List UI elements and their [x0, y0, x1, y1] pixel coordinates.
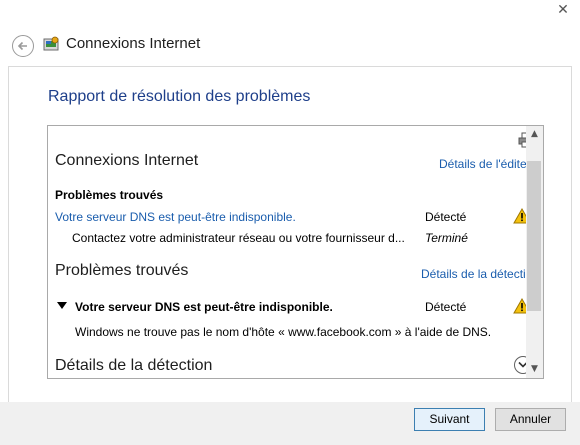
section-connexions-internet-title: Connexions Internet: [55, 152, 199, 169]
footer-bar: [0, 402, 580, 445]
troubleshooting-report: Connexions Internet Détails de l'éditeur…: [47, 125, 544, 379]
dns-problem-status: Détecté: [425, 210, 467, 224]
next-button[interactable]: Suivant: [414, 408, 485, 431]
close-button[interactable]: ✕: [546, 0, 580, 20]
fix-status: Terminé: [425, 231, 468, 245]
back-button[interactable]: [12, 35, 34, 57]
title-bar: ✕ Connexions Internet: [0, 0, 580, 66]
network-troubleshooter-icon: [43, 36, 59, 51]
triangle-down-icon[interactable]: [57, 302, 67, 310]
page-title: Rapport de résolution des problèmes: [48, 88, 311, 105]
detection-details-link[interactable]: Détails de la détection: [421, 267, 539, 281]
back-arrow-icon: [17, 41, 27, 51]
scrollbar-thumb[interactable]: [527, 161, 541, 311]
scroll-up-arrow-icon[interactable]: ▲: [526, 126, 543, 143]
cancel-button[interactable]: Annuler: [495, 408, 566, 431]
section-problems-found-title: Problèmes trouvés: [55, 262, 189, 279]
dns-problem-title[interactable]: Votre serveur DNS est peut-être indispon…: [75, 300, 333, 314]
dns-problem-link[interactable]: Votre serveur DNS est peut-être indispon…: [55, 210, 296, 224]
problems-found-subheading: Problèmes trouvés: [55, 188, 164, 202]
publisher-details-link[interactable]: Détails de l'éditeur: [439, 157, 537, 171]
dns-problem-detail-status: Détecté: [425, 300, 467, 314]
fix-suggestion-text: Contactez votre administrateur réseau ou…: [72, 231, 405, 245]
window-title: Connexions Internet: [66, 35, 201, 52]
dns-problem-description: Windows ne trouve pas le nom d'hôte « ww…: [75, 325, 492, 339]
scroll-down-arrow-icon[interactable]: ▼: [526, 361, 543, 378]
report-vertical-scrollbar[interactable]: ▲ ▼: [526, 126, 543, 378]
section-detection-details-title: Détails de la détection: [55, 357, 213, 374]
